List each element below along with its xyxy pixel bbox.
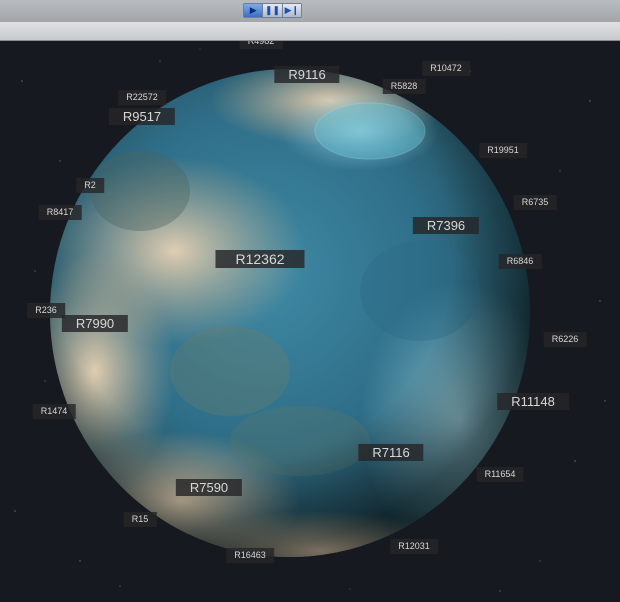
region-label[interactable]: R7116	[358, 444, 424, 461]
region-label[interactable]: R6226	[543, 332, 587, 347]
region-label[interactable]: R7990	[61, 315, 129, 332]
region-label-partial[interactable]: R4982	[239, 41, 283, 49]
sub-toolbar	[0, 22, 620, 41]
play-icon: ▶	[249, 5, 257, 15]
region-label[interactable]: R2	[76, 178, 104, 193]
region-label[interactable]: R10472	[422, 61, 470, 76]
region-label[interactable]: R15	[123, 512, 157, 527]
pause-icon: ❚❚	[264, 5, 281, 15]
region-label[interactable]: R9517	[108, 108, 176, 125]
planet-viewport[interactable]: R4982 R9116 R10472 R5828 R22572 R9517 R1…	[0, 41, 620, 602]
playback-controls: ▶ ❚❚ ▶❙	[243, 3, 302, 18]
play-button[interactable]: ▶	[244, 4, 263, 17]
region-label[interactable]: R1474	[32, 404, 76, 419]
region-label[interactable]: R22572	[118, 90, 166, 105]
region-label[interactable]: R12362	[215, 250, 305, 268]
pause-button[interactable]: ❚❚	[263, 4, 282, 17]
region-label[interactable]: R8417	[38, 205, 82, 220]
region-label[interactable]: R19951	[479, 143, 527, 158]
region-label[interactable]: R5828	[382, 79, 426, 94]
playback-toolbar: ▶ ❚❚ ▶❙	[0, 0, 620, 22]
region-label[interactable]: R12031	[390, 539, 438, 554]
region-label[interactable]: R6846	[498, 254, 542, 269]
region-label[interactable]: R7396	[412, 217, 480, 234]
step-forward-button[interactable]: ▶❙	[282, 4, 301, 17]
region-label[interactable]: R6735	[513, 195, 557, 210]
region-label[interactable]: R11148	[497, 393, 569, 410]
step-forward-icon: ▶❙	[284, 5, 300, 15]
region-label[interactable]: R11654	[476, 467, 524, 482]
region-label[interactable]: R7590	[175, 479, 243, 496]
region-label[interactable]: R9116	[274, 66, 340, 83]
planet-shading	[50, 69, 530, 557]
region-label[interactable]: R236	[27, 303, 65, 318]
region-label[interactable]: R16463	[226, 548, 274, 563]
